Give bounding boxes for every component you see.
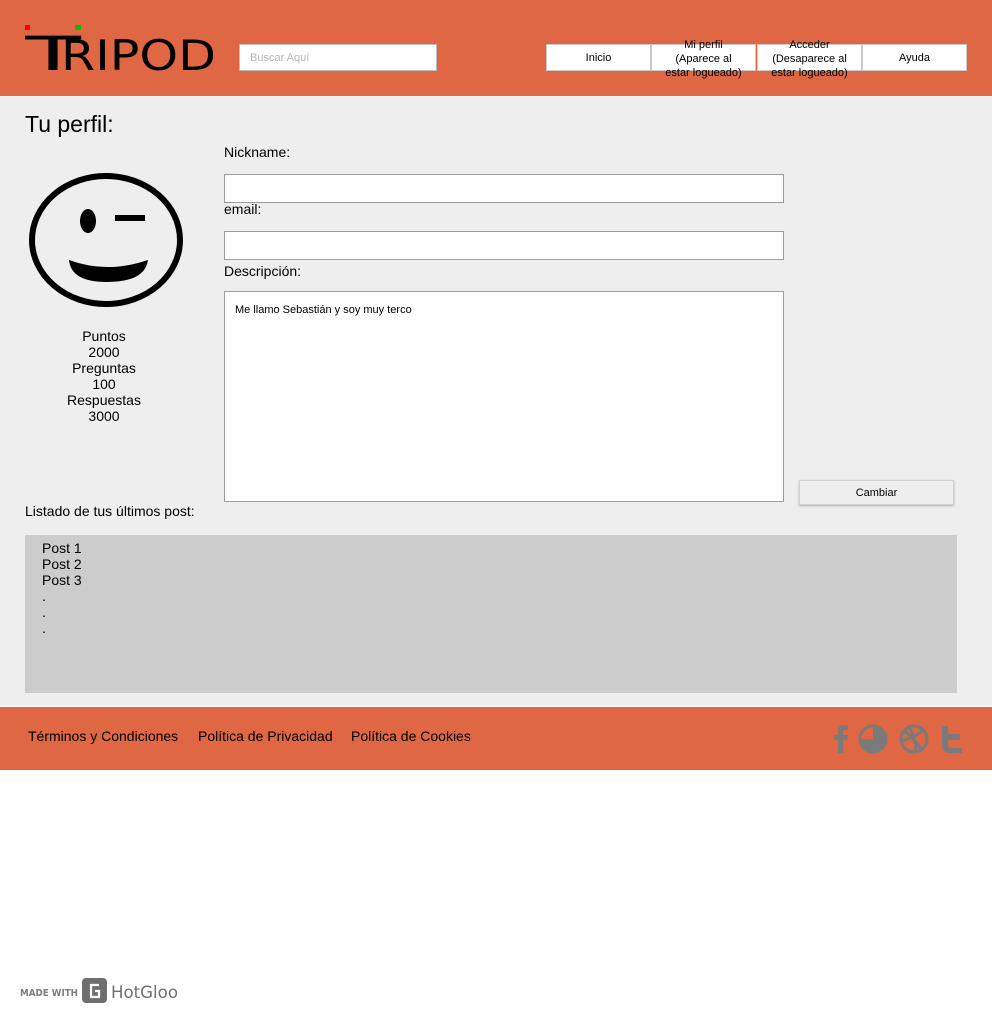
posts-list-label: Listado de tus últimos post: bbox=[25, 503, 195, 519]
stat-points-value: 2000 bbox=[88, 344, 120, 360]
search-input[interactable] bbox=[239, 44, 437, 71]
dribbble-icon[interactable] bbox=[898, 723, 930, 755]
list-item: . bbox=[42, 588, 46, 604]
nickname-label: Nickname: bbox=[224, 144, 291, 160]
hotgloo-text: HotGloo bbox=[111, 983, 178, 1003]
stat-points-label: Puntos bbox=[82, 328, 126, 344]
nickname-field[interactable] bbox=[224, 174, 784, 203]
nav-acceder-button[interactable]: Acceder (Desaparece al estar logueado) bbox=[757, 39, 862, 79]
nav-mi-perfil-button[interactable]: Mi perfil (Aparece al estar logueado) bbox=[651, 39, 756, 79]
logo-letters: RIPOD bbox=[61, 31, 216, 74]
tripod-logo[interactable]: T RIPOD bbox=[25, 24, 217, 74]
nav-ayuda-button[interactable]: Ayuda bbox=[862, 44, 967, 71]
stat-questions-value: 100 bbox=[92, 376, 116, 392]
email-label: email: bbox=[224, 201, 262, 217]
wink-smiley-icon bbox=[29, 173, 183, 307]
email-field[interactable] bbox=[224, 231, 784, 260]
nav-inicio-button[interactable]: Inicio bbox=[546, 44, 651, 71]
description-label: Descripción: bbox=[224, 263, 302, 279]
list-item[interactable]: Post 1 bbox=[42, 540, 957, 556]
twitter-icon[interactable] bbox=[936, 723, 968, 755]
description-field[interactable]: Me llamo Sebastián y soy muy terco bbox=[224, 291, 784, 502]
stat-answers-value: 3000 bbox=[88, 408, 120, 424]
hotgloo-badge: MADE WITH HotGloo bbox=[20, 978, 178, 1003]
list-item[interactable]: Post 2 bbox=[42, 556, 957, 572]
list-item[interactable]: Post 3 bbox=[42, 572, 957, 588]
list-item: . bbox=[42, 620, 46, 636]
posts-list: Post 1 Post 2 Post 3 . . . bbox=[25, 535, 957, 693]
footer-link-terminos[interactable]: Términos y Condiciones bbox=[28, 728, 178, 744]
stat-questions-label: Preguntas bbox=[72, 360, 136, 376]
made-with-text: MADE WITH bbox=[20, 988, 78, 999]
footer-link-privacidad[interactable]: Política de Privacidad bbox=[198, 728, 333, 744]
footer-link-cookies[interactable]: Política de Cookies bbox=[351, 728, 471, 744]
nav-acceder-label: Acceder (Desaparece al estar logueado) bbox=[771, 39, 848, 79]
picasa-icon[interactable] bbox=[857, 723, 889, 755]
cambiar-button[interactable]: Cambiar bbox=[799, 480, 954, 505]
page-title: Tu perfil: bbox=[25, 111, 114, 137]
stat-answers-label: Respuestas bbox=[67, 392, 141, 408]
list-item: . bbox=[42, 604, 46, 620]
nav-inicio-label: Inicio bbox=[585, 51, 612, 64]
hotgloo-logo-icon bbox=[82, 978, 107, 1003]
nav-mi-perfil-label: Mi perfil (Aparece al estar logueado) bbox=[665, 39, 742, 79]
user-stats: Puntos 2000 Preguntas 100 Respuestas 300… bbox=[54, 328, 154, 424]
nav-ayuda-label: Ayuda bbox=[899, 51, 930, 64]
facebook-icon[interactable] bbox=[826, 723, 858, 755]
